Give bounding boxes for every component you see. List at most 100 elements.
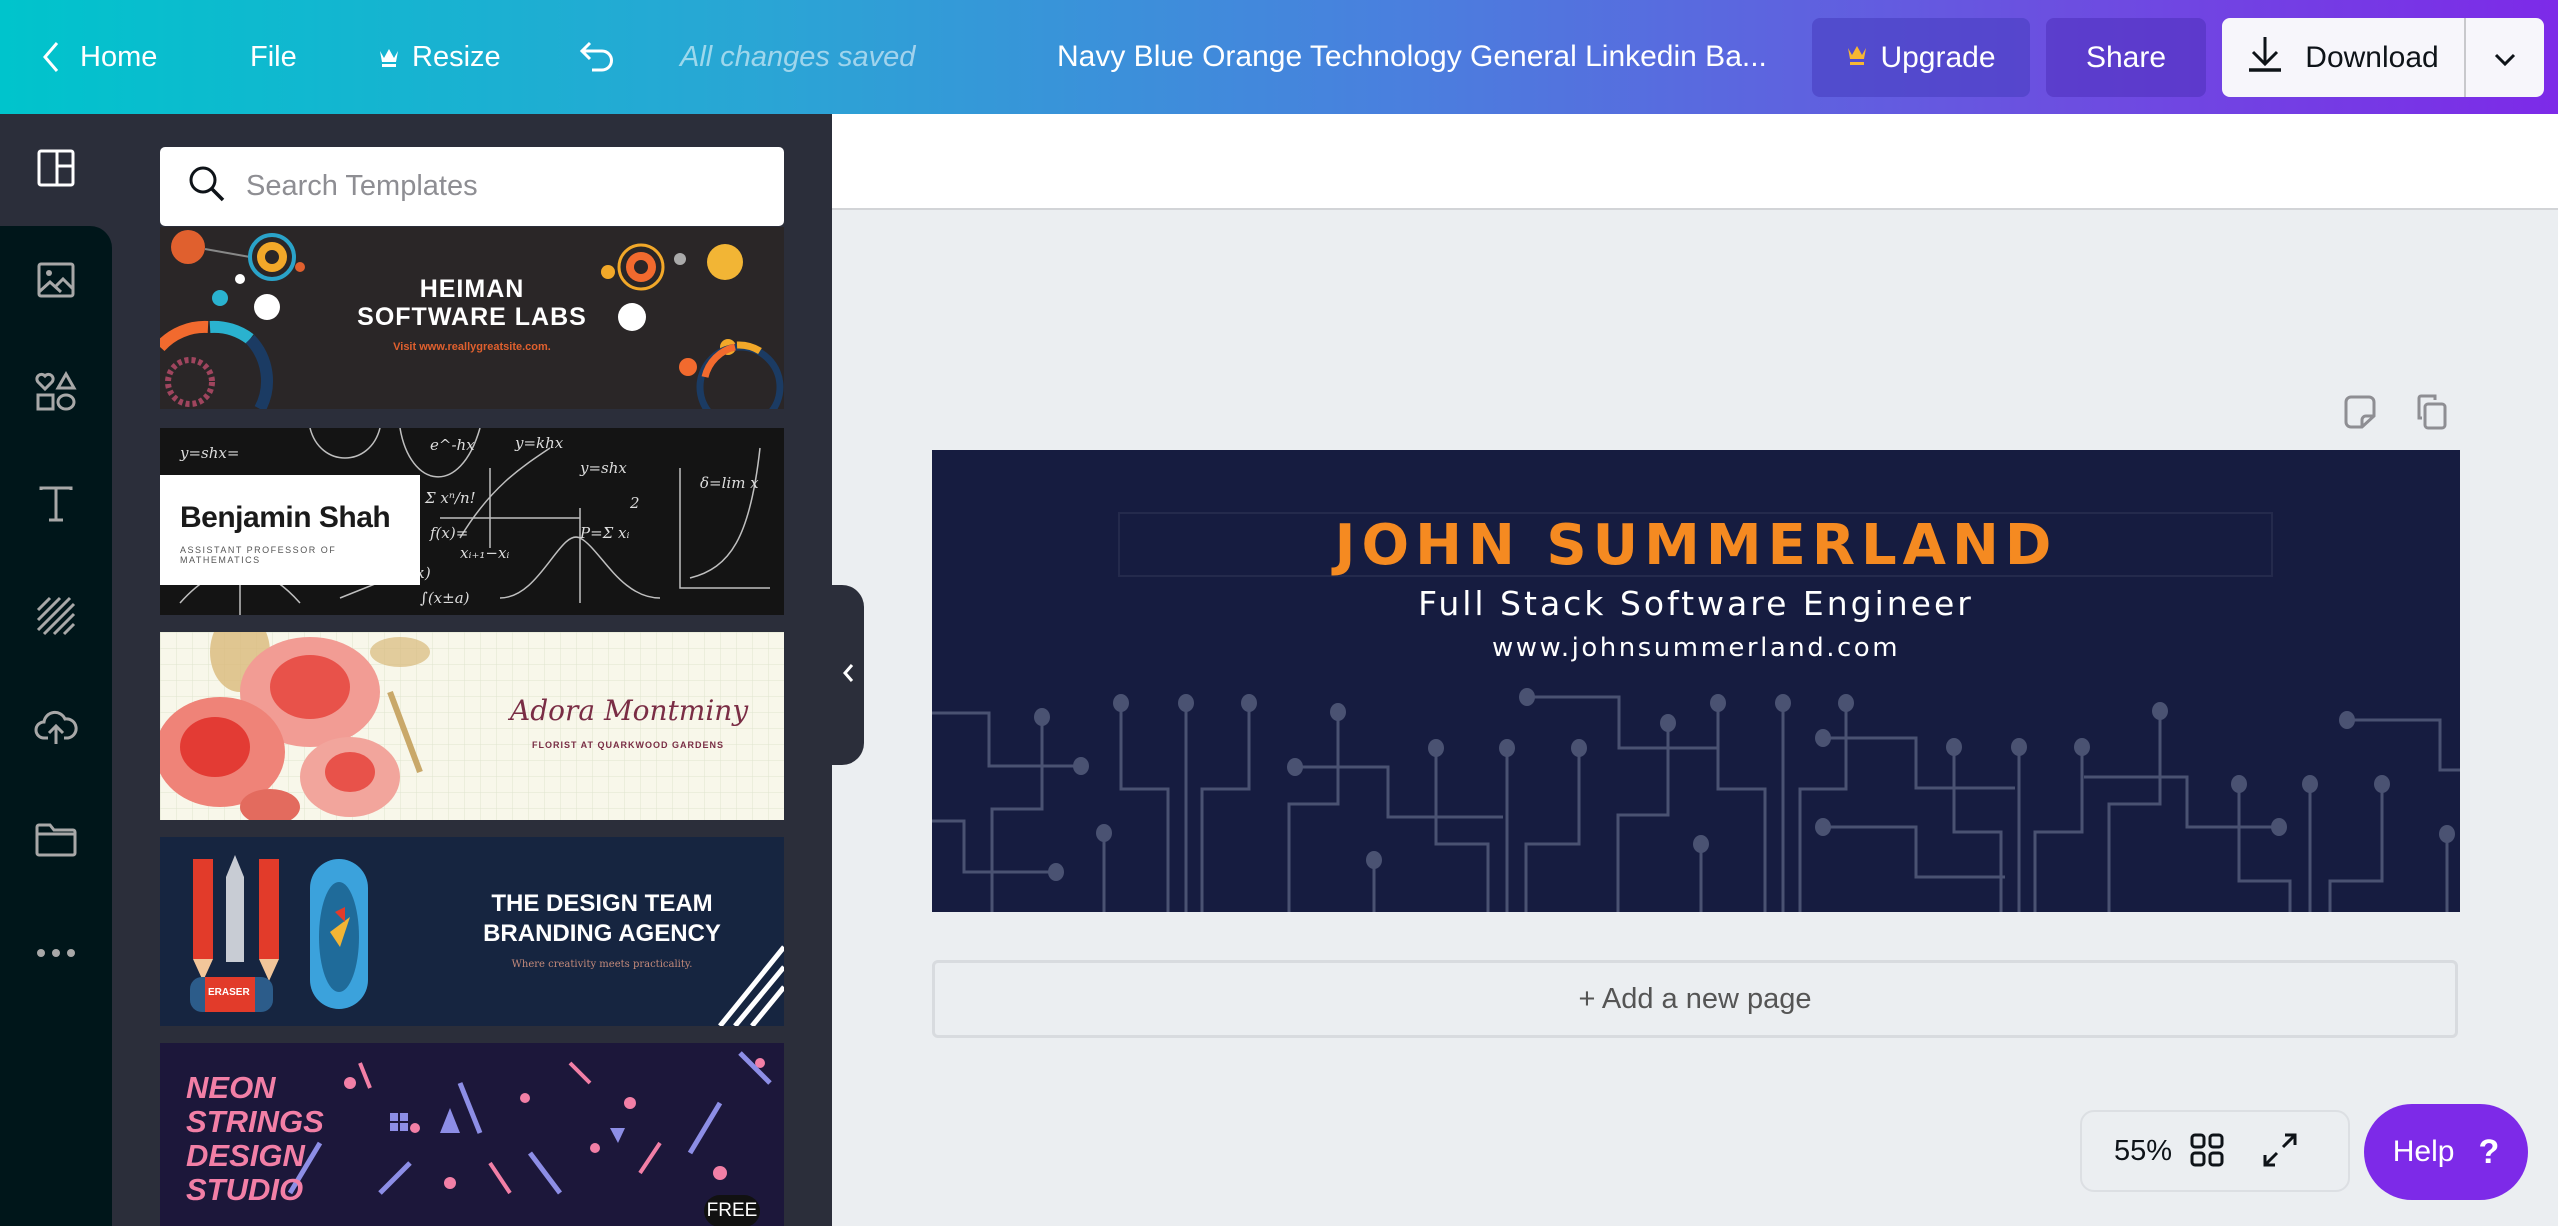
- file-menu-button[interactable]: File: [250, 0, 297, 114]
- circuit-node: [1113, 694, 1129, 712]
- circuit-node: [1710, 694, 1726, 712]
- circuit-trace: [1295, 765, 1503, 819]
- undo-button[interactable]: [578, 0, 616, 114]
- crown-icon: [1846, 41, 1868, 75]
- home-label: Home: [80, 40, 158, 73]
- duplicate-page-button[interactable]: [2412, 394, 2452, 434]
- sidebar-item-photos[interactable]: [0, 226, 112, 338]
- template-label-box: Benjamin Shah ASSISTANT PROFESSOR OF MAT…: [160, 475, 420, 585]
- top-bar: Home File Resize All changes saved Navy …: [0, 0, 2558, 114]
- circuit-node: [1241, 694, 1257, 712]
- canvas-name-text[interactable]: JOHN SUMMERLAND: [932, 514, 2460, 578]
- svg-text:δ=lim x: δ=lim x: [700, 474, 759, 492]
- circuit-node: [2152, 702, 2168, 720]
- circuit-trace: [2237, 784, 2292, 912]
- circuit-node: [1519, 688, 1535, 706]
- circuit-trace: [990, 717, 1044, 912]
- resize-label: Resize: [412, 40, 501, 73]
- circuit-trace: [1823, 825, 2005, 879]
- svg-text:P=Σ xᵢ: P=Σ xᵢ: [579, 524, 630, 542]
- svg-text:2: 2: [629, 494, 640, 512]
- circuit-trace: [932, 711, 1081, 768]
- sidebar-item-elements[interactable]: [0, 338, 112, 450]
- circuit-trace: [1287, 712, 1340, 912]
- home-button[interactable]: Home: [42, 0, 157, 114]
- templates-layout-icon: [37, 149, 75, 192]
- chevron-left-icon: [42, 41, 60, 73]
- circuit-node: [1287, 758, 1303, 776]
- collapse-panel-button[interactable]: [832, 585, 864, 765]
- template-title-line: STRINGS: [186, 1104, 324, 1139]
- share-label: Share: [2085, 40, 2167, 74]
- circuit-node: [2271, 818, 2287, 836]
- upgrade-button[interactable]: Upgrade: [1812, 18, 2030, 97]
- help-button[interactable]: Help ?: [2364, 1104, 2528, 1200]
- document-title[interactable]: Navy Blue Orange Technology General Link…: [1057, 0, 1767, 114]
- template-thumbnail[interactable]: Adora Montminy FLORIST AT QUARKWOOD GARD…: [160, 632, 784, 820]
- template-thumbnail[interactable]: y=shx= e^-hx y=khx Σ xⁿ/n! y=shx 2 δ=lim x f(…: [160, 428, 784, 615]
- template-title: Benjamin Shah: [180, 501, 391, 534]
- svg-text:y=shx: y=shx: [579, 459, 627, 477]
- circuit-node: [1815, 729, 1831, 747]
- template-thumbnail[interactable]: ERASER THE DESIGN TEAM BRANDING AGENCY W…: [160, 837, 784, 1026]
- sidebar-item-folders[interactable]: [0, 786, 112, 898]
- template-title-line2: BRANDING AGENCY: [483, 920, 721, 947]
- canvas-role-text[interactable]: Full Stack Software Engineer: [932, 584, 2460, 623]
- canvas-url-text[interactable]: www.johnsummerland.com: [932, 633, 2460, 663]
- resize-button[interactable]: Resize: [378, 0, 501, 114]
- svg-text:Σ xⁿ/n!: Σ xⁿ/n!: [424, 489, 476, 507]
- circuit-node: [1096, 824, 1112, 842]
- circuit-node: [1946, 738, 1962, 756]
- sidebar-item-text[interactable]: [0, 450, 112, 562]
- sidebar-item-more[interactable]: [0, 898, 112, 1010]
- template-title: HEIMAN: [419, 275, 525, 303]
- circuit-trace: [1716, 703, 1767, 912]
- download-options-button[interactable]: [2464, 18, 2544, 97]
- expand-icon: [2263, 1133, 2297, 1172]
- add-new-page-button[interactable]: + Add a new page: [932, 960, 2458, 1038]
- grid-view-button[interactable]: [2187, 1132, 2227, 1172]
- chevron-down-icon: [2494, 41, 2516, 75]
- svg-text:y=shx=: y=shx=: [179, 444, 239, 462]
- circuit-node: [1775, 694, 1791, 712]
- zoom-controls: 55%: [2080, 1110, 2350, 1192]
- template-subtitle: Where creativity meets practicality.: [511, 959, 693, 970]
- download-button[interactable]: Download: [2222, 18, 2464, 97]
- sidebar-item-background[interactable]: [0, 562, 112, 674]
- search-icon: [188, 165, 226, 208]
- sidebar-item-uploads[interactable]: [0, 674, 112, 786]
- folder-icon: [35, 823, 77, 862]
- help-label: Help: [2392, 1135, 2455, 1168]
- svg-text:ERASER: ERASER: [208, 987, 250, 998]
- template-thumbnail[interactable]: NEON STRINGS DESIGN STUDIO FREE: [160, 1043, 784, 1226]
- zoom-level[interactable]: 55%: [2114, 1112, 2172, 1190]
- templates-panel: HEIMAN SOFTWARE LABS Visit www.reallygre…: [112, 114, 832, 1226]
- image-icon: [37, 262, 75, 303]
- circuit-trace: [2347, 718, 2460, 772]
- share-button[interactable]: Share: [2046, 18, 2206, 97]
- undo-icon: [578, 40, 616, 74]
- sidebar-item-templates[interactable]: [0, 114, 112, 226]
- circuit-node: [1499, 739, 1515, 757]
- editor-toolbar: [832, 114, 2558, 210]
- circuit-trace: [932, 819, 1056, 874]
- circuit-trace: [2328, 784, 2384, 912]
- design-canvas[interactable]: JOHN SUMMERLAND Full Stack Software Engi…: [932, 450, 2460, 912]
- circuit-node: [2302, 775, 2318, 793]
- template-title-line: NEON: [186, 1070, 276, 1105]
- download-label: Download: [2305, 40, 2439, 74]
- page-notes-button[interactable]: [2340, 394, 2380, 434]
- fullscreen-button[interactable]: [2260, 1132, 2300, 1172]
- circuit-node: [1660, 714, 1676, 732]
- template-title-line: DESIGN: [186, 1138, 305, 1173]
- download-icon: [2247, 35, 2283, 81]
- svg-text:xᵢ₊₁−xᵢ: xᵢ₊₁−xᵢ: [460, 544, 509, 562]
- circuit-node: [1571, 739, 1587, 757]
- template-thumbnail[interactable]: HEIMAN SOFTWARE LABS Visit www.reallygre…: [160, 227, 784, 409]
- shapes-icon: [35, 370, 77, 418]
- circuit-trace: [1434, 748, 1490, 912]
- search-input[interactable]: [246, 170, 766, 203]
- crown-icon: [378, 46, 400, 68]
- circuit-trace: [1616, 723, 1670, 912]
- search-templates-field[interactable]: [160, 147, 784, 226]
